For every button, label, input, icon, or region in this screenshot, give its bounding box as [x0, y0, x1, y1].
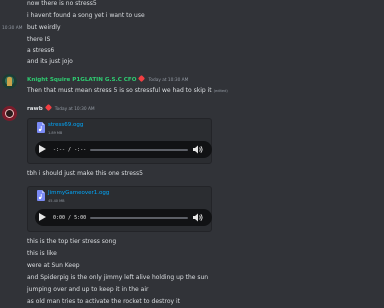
message-text: Then that must mean stress 5 is so stres…: [27, 87, 212, 94]
chat-message-list: now there is no stress5 i havent found a…: [0, 0, 384, 308]
message-line: i havent found a song yet i want to use: [27, 12, 145, 19]
seek-bar[interactable]: [90, 149, 188, 151]
message-line: but weirdly: [27, 24, 61, 31]
audio-attachment: stress69.ogg 1.89 MB -:-- / -:--: [27, 118, 212, 164]
message-header: rawb Today at 10:30 AM: [27, 103, 95, 114]
message-line: Then that must mean stress 5 is so stres…: [27, 87, 228, 95]
play-icon[interactable]: [39, 213, 46, 221]
message-line: a stress6: [27, 47, 55, 54]
seek-bar[interactable]: [90, 217, 188, 219]
audio-file-icon: [37, 190, 45, 201]
volume-icon[interactable]: [193, 213, 203, 222]
red-badge-icon: [44, 103, 52, 112]
message-line: this is the top tier stress song: [27, 238, 117, 245]
file-size: 45.40 MB: [48, 199, 65, 203]
time-display: 0:00 / 5:00: [53, 215, 87, 221]
message-timestamp[interactable]: Today at 10:30 AM: [55, 107, 95, 112]
message-line: were at Sun Keep: [27, 262, 80, 269]
avatar[interactable]: [2, 106, 17, 121]
file-name-link[interactable]: JimmyGameover1.ogg: [48, 189, 109, 197]
avatar[interactable]: [2, 74, 17, 89]
message-line: tbh i should just make this one stress5: [27, 170, 143, 177]
hover-timestamp: 10:30 AM: [2, 26, 23, 31]
play-icon[interactable]: [39, 145, 46, 153]
message-line: and its just jojo: [27, 58, 73, 65]
audio-player: -:-- / -:--: [35, 141, 212, 158]
file-size: 1.89 MB: [48, 131, 63, 135]
message-line: this is like: [27, 250, 57, 257]
time-display: -:-- / -:--: [53, 147, 87, 153]
message-line: now there is no stress5: [27, 0, 97, 7]
audio-file-icon: [37, 122, 45, 133]
edited-label: (edited): [213, 89, 228, 93]
file-name-link[interactable]: stress69.ogg: [48, 121, 83, 129]
message-header: Knight Squire P1GLATIN G.S.C CFO Today at…: [27, 74, 188, 85]
username[interactable]: Knight Squire P1GLATIN G.S.C CFO: [27, 77, 136, 83]
volume-icon[interactable]: [193, 145, 203, 154]
username[interactable]: rawb: [27, 106, 43, 112]
message-line: there IS: [27, 36, 51, 43]
message-line: as old man tries to activate the rocket …: [27, 298, 180, 305]
red-badge-icon: [138, 74, 146, 83]
message-line: and Spiderpig is the only jimmy left ali…: [27, 274, 209, 281]
audio-player: 0:00 / 5:00: [35, 209, 212, 226]
message-timestamp[interactable]: Today at 10:30 AM: [148, 78, 188, 83]
message-line: jumping over and up to keep it in the ai…: [27, 286, 149, 293]
audio-attachment: JimmyGameover1.ogg 45.40 MB 0:00 / 5:00: [27, 186, 212, 232]
